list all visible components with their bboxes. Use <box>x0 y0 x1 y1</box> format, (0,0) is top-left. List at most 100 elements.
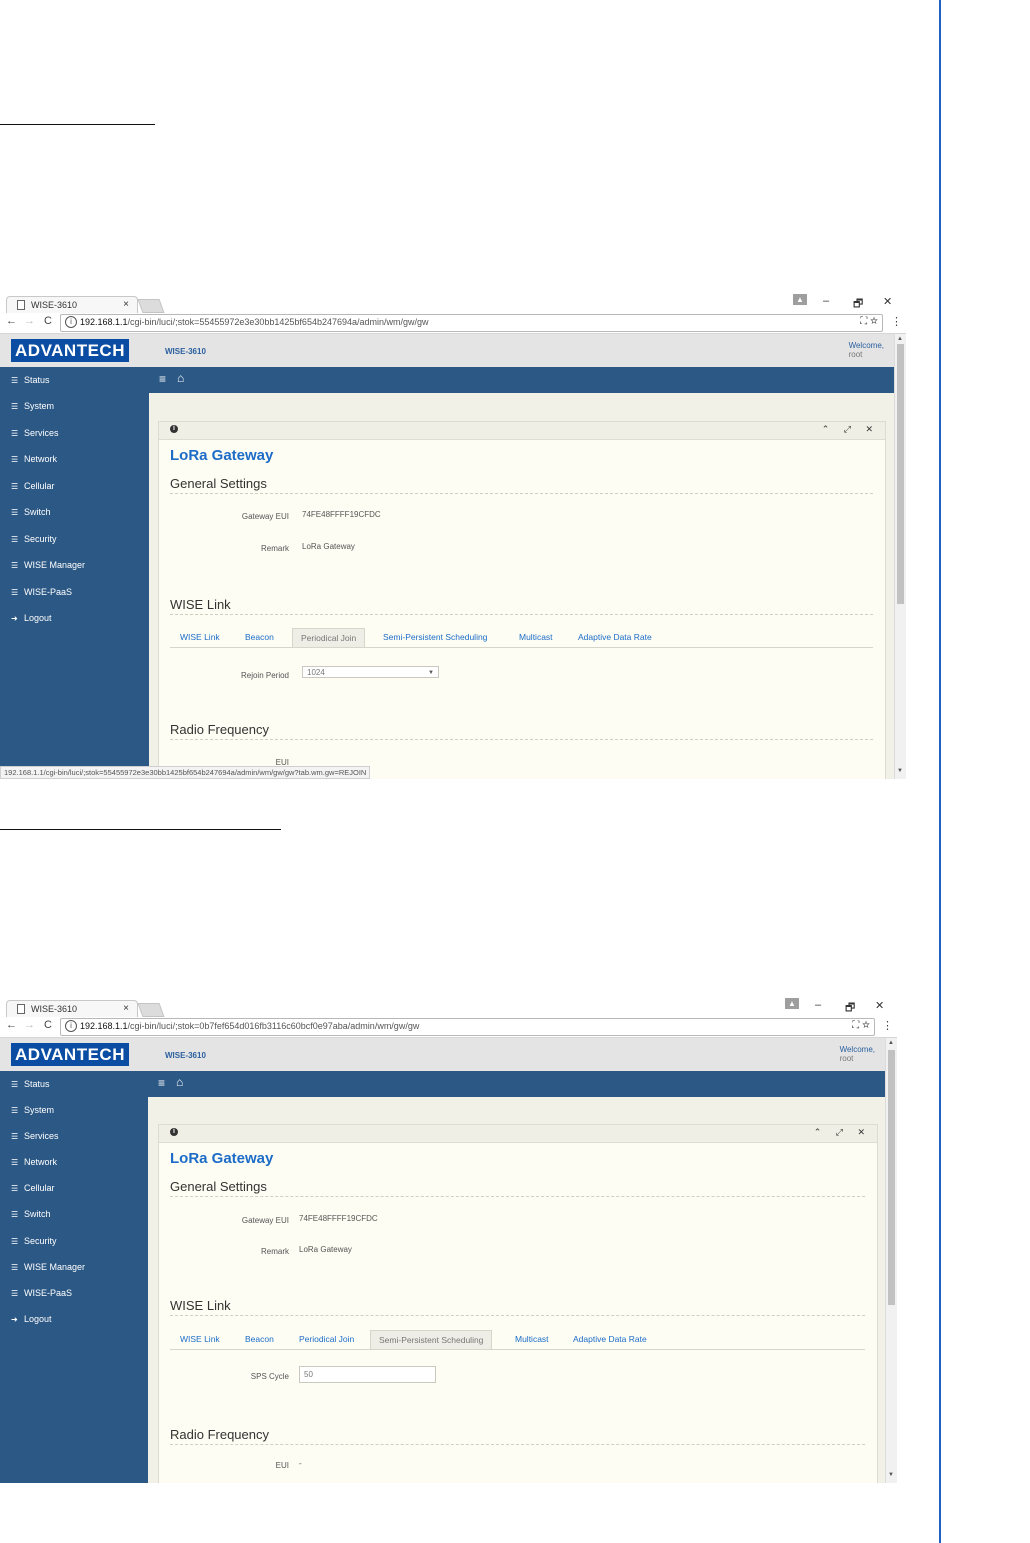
panel-controls[interactable]: ⌃ ⤢ ✕ <box>814 1127 871 1138</box>
back-icon[interactable]: ← <box>6 1019 17 1031</box>
home-icon[interactable]: ⌂ <box>176 1075 183 1089</box>
tab-semi-persistent-scheduling[interactable]: Semi-Persistent Scheduling <box>370 1330 493 1349</box>
tab-adaptive-data-rate[interactable]: Adaptive Data Rate <box>565 1330 655 1348</box>
sps-cycle-input[interactable]: 50 <box>299 1366 436 1383</box>
tab-multicast[interactable]: Multicast <box>511 628 561 646</box>
close-window-icon[interactable]: ✕ <box>883 295 892 308</box>
scroll-up-icon[interactable]: ▲ <box>897 336 903 342</box>
page-scrollbar[interactable]: ▲ ▼ <box>885 1038 897 1483</box>
site-info-icon[interactable]: i <box>65 316 77 328</box>
list-icon: ☰ <box>11 1080 19 1089</box>
home-icon[interactable]: ⌂ <box>177 371 184 385</box>
sidebar-label: WISE-PaaS <box>24 1288 73 1298</box>
tab-close-icon[interactable]: × <box>123 299 129 310</box>
back-icon[interactable]: ← <box>6 315 17 327</box>
new-tab-button[interactable] <box>137 1003 165 1017</box>
rejoin-period-value: 1024 <box>307 668 325 677</box>
sidebar-item-system[interactable]: ☰ System <box>11 401 54 411</box>
sidebar-item-services[interactable]: ☰ Services <box>11 1131 59 1141</box>
sidebar: ☰ Status ☰ System ☰ Services ☰ Network ☰ Cell… <box>0 367 149 779</box>
minimize-icon[interactable]: – <box>815 999 821 1011</box>
scroll-thumb[interactable] <box>888 1050 895 1305</box>
list-icon: ☰ <box>11 1289 19 1298</box>
sidebar-label: Services <box>24 428 59 438</box>
sidebar-item-network[interactable]: ☰ Network <box>11 454 57 464</box>
forward-icon[interactable]: → <box>24 1019 35 1031</box>
lora-panel: i ⌃ ⤢ ✕ LoRa Gateway General Settings Ga… <box>158 421 886 779</box>
tab-periodical-join[interactable]: Periodical Join <box>291 1330 362 1348</box>
section-radio-frequency: Radio Frequency <box>170 722 873 740</box>
address-bar[interactable]: i 192.168.1.1/cgi-bin/luci/;stok=5545597… <box>60 314 883 332</box>
page-scrollbar[interactable]: ▲ ▼ <box>894 334 906 779</box>
browser-menu-icon[interactable]: ⋮ <box>882 1019 893 1032</box>
device-model: WISE-3610 <box>165 1051 206 1060</box>
forward-icon[interactable]: → <box>24 315 35 327</box>
reload-icon[interactable]: C <box>44 1019 52 1031</box>
restore-icon[interactable]: 🗗 <box>845 999 855 1018</box>
app-header: ADVANTECH WISE-3610 Welcome, root <box>0 334 894 367</box>
sidebar-item-wise-paas[interactable]: ☰ WISE-PaaS <box>11 587 72 597</box>
scroll-thumb[interactable] <box>897 344 904 604</box>
new-tab-button[interactable] <box>137 299 165 313</box>
tab-periodical-join[interactable]: Periodical Join <box>292 628 366 647</box>
restore-icon[interactable]: 🗗 <box>853 295 863 314</box>
list-icon: ☰ <box>11 1106 19 1115</box>
sidebar-label: Security <box>24 1236 57 1246</box>
sidebar-item-cellular[interactable]: ☰ Cellular <box>11 1183 55 1193</box>
rejoin-period-select[interactable]: 1024 ▼ <box>302 666 439 678</box>
sidebar-item-services[interactable]: ☰ Services <box>11 428 59 438</box>
tab-semi-persistent-scheduling[interactable]: Semi-Persistent Scheduling <box>375 628 495 646</box>
reload-icon[interactable]: C <box>44 315 52 327</box>
tab-beacon[interactable]: Beacon <box>237 628 282 646</box>
sidebar-label: WISE Manager <box>24 560 86 570</box>
scroll-down-icon[interactable]: ▼ <box>897 768 903 774</box>
gateway-eui-label: Gateway EUI <box>241 1216 289 1225</box>
list-icon: ☰ <box>11 1184 19 1193</box>
list-icon: ☰ <box>11 535 19 544</box>
section-wise-link: WISE Link <box>170 1298 865 1316</box>
minimize-icon[interactable]: – <box>823 295 829 307</box>
profile-icon[interactable]: ▲ <box>785 998 799 1009</box>
welcome-text: Welcome, root <box>840 1045 875 1063</box>
url-text: 192.168.1.1/cgi-bin/luci/;stok=55455972e… <box>80 317 429 327</box>
tab-close-icon[interactable]: × <box>123 1003 129 1014</box>
scroll-up-icon[interactable]: ▲ <box>888 1040 894 1046</box>
sidebar-item-network[interactable]: ☰ Network <box>11 1157 57 1167</box>
sidebar-item-logout[interactable]: ➜ Logout <box>11 613 52 623</box>
remark-value: LoRa Gateway <box>299 1245 352 1254</box>
page-margin-line <box>939 0 941 1543</box>
tab-wise-link[interactable]: WISE Link <box>172 628 228 646</box>
sidebar-item-wise-manager[interactable]: ☰ WISE Manager <box>11 1262 85 1272</box>
translate-star-icons[interactable]: ⛶ ☆ <box>852 1020 870 1031</box>
sidebar-item-status[interactable]: ☰ Status <box>11 375 50 385</box>
address-bar[interactable]: i 192.168.1.1/cgi-bin/luci/;stok=0b7fef6… <box>60 1018 875 1036</box>
browser-menu-icon[interactable]: ⋮ <box>891 315 902 328</box>
site-info-icon[interactable]: i <box>65 1020 77 1032</box>
hamburger-icon[interactable]: ≡ <box>158 1076 165 1090</box>
sidebar-item-system[interactable]: ☰ System <box>11 1105 54 1115</box>
sidebar-item-status[interactable]: ☰ Status <box>11 1079 50 1089</box>
profile-icon[interactable]: ▲ <box>793 294 807 305</box>
sidebar-item-switch[interactable]: ☰ Switch <box>11 1209 51 1219</box>
tab-wise-link[interactable]: WISE Link <box>172 1330 228 1348</box>
translate-star-icons[interactable]: ⛶ ☆ <box>860 316 878 327</box>
sidebar-item-logout[interactable]: ➜ Logout <box>11 1314 52 1324</box>
tab-adaptive-data-rate[interactable]: Adaptive Data Rate <box>570 628 660 646</box>
sidebar-item-security[interactable]: ☰ Security <box>11 534 57 544</box>
hamburger-icon[interactable]: ≡ <box>159 372 166 386</box>
sidebar-item-security[interactable]: ☰ Security <box>11 1236 57 1246</box>
gateway-eui-value: 74FE48FFFF19CFDC <box>299 1214 378 1223</box>
close-window-icon[interactable]: ✕ <box>875 999 884 1012</box>
sidebar-item-switch[interactable]: ☰ Switch <box>11 507 51 517</box>
tab-multicast[interactable]: Multicast <box>507 1330 557 1348</box>
app-header: ADVANTECH WISE-3610 Welcome, root <box>0 1038 885 1071</box>
panel-title: LoRa Gateway <box>170 447 274 464</box>
sidebar-label: Services <box>24 1131 59 1141</box>
sidebar-item-wise-paas[interactable]: ☰ WISE-PaaS <box>11 1288 72 1298</box>
list-icon: ☰ <box>11 429 19 438</box>
sidebar-item-wise-manager[interactable]: ☰ WISE Manager <box>11 560 85 570</box>
scroll-down-icon[interactable]: ▼ <box>888 1472 894 1478</box>
panel-controls[interactable]: ⌃ ⤢ ✕ <box>822 424 879 435</box>
sidebar-item-cellular[interactable]: ☰ Cellular <box>11 481 55 491</box>
tab-beacon[interactable]: Beacon <box>237 1330 282 1348</box>
